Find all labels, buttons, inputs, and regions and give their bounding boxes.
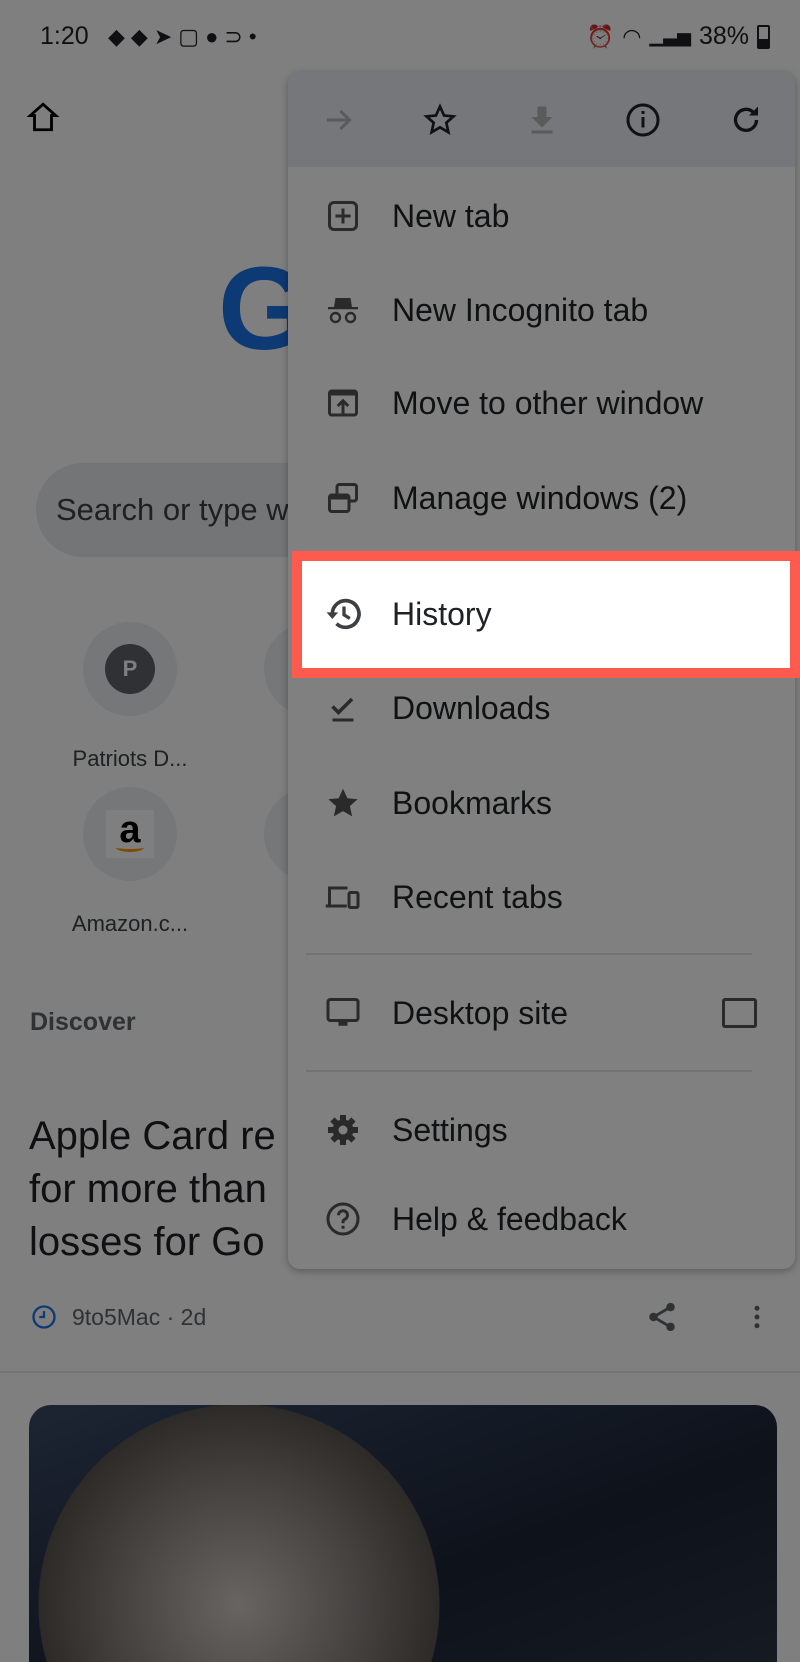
- menu-toolbar: [288, 72, 795, 167]
- menu-item-move-to-other-window[interactable]: Move to other window: [288, 356, 795, 450]
- menu-divider: [306, 1070, 752, 1072]
- menu-item-history[interactable]: History: [292, 551, 800, 678]
- move-window-icon: [328, 389, 358, 417]
- download-page-icon[interactable]: [524, 102, 560, 138]
- menu-item-label: Bookmarks: [392, 785, 553, 821]
- settings-icon: [328, 1115, 358, 1145]
- page-info-icon[interactable]: [625, 102, 661, 138]
- menu-item-label: Downloads: [392, 690, 551, 726]
- menu-item-manage-windows[interactable]: Manage windows (2): [288, 451, 795, 545]
- menu-item-label: Manage windows (2): [392, 480, 688, 516]
- menu-item-label: Settings: [392, 1112, 508, 1148]
- recent-tabs-icon: [325, 886, 360, 909]
- history-icon: [326, 598, 361, 630]
- menu-item-recent-tabs[interactable]: Recent tabs: [288, 850, 795, 944]
- menu-item-label: New tab: [392, 198, 510, 234]
- manage-windows-icon: [328, 483, 358, 513]
- reload-icon[interactable]: [728, 102, 764, 138]
- help-icon: [326, 1202, 360, 1236]
- bookmarks-icon: [328, 788, 358, 817]
- new-tab-icon: [328, 201, 358, 231]
- menu-divider: [306, 953, 752, 955]
- desktop-icon: [326, 998, 360, 1026]
- menu-item-label: Recent tabs: [392, 879, 563, 915]
- bookmark-star-icon[interactable]: [422, 102, 458, 138]
- downloads-icon: [331, 697, 354, 722]
- menu-item-settings[interactable]: Settings: [288, 1083, 795, 1177]
- menu-item-label: New Incognito tab: [392, 292, 649, 328]
- desktop-site-checkbox[interactable]: [722, 998, 757, 1028]
- menu-item-desktop-site[interactable]: Desktop site: [288, 966, 795, 1060]
- incognito-icon: [328, 298, 358, 324]
- menu-item-new-tab[interactable]: New tab: [288, 169, 795, 263]
- menu-item-label: Help & feedback: [392, 1201, 627, 1237]
- menu-item-label: History: [392, 596, 492, 632]
- menu-item-help-feedback[interactable]: Help & feedback: [288, 1172, 795, 1266]
- menu-item-label: Desktop site: [392, 995, 569, 1031]
- menu-item-new-incognito-tab[interactable]: New Incognito tab: [288, 263, 795, 357]
- forward-icon[interactable]: [321, 102, 357, 138]
- menu-item-bookmarks[interactable]: Bookmarks: [288, 756, 795, 850]
- menu-item-label: Move to other window: [392, 385, 704, 421]
